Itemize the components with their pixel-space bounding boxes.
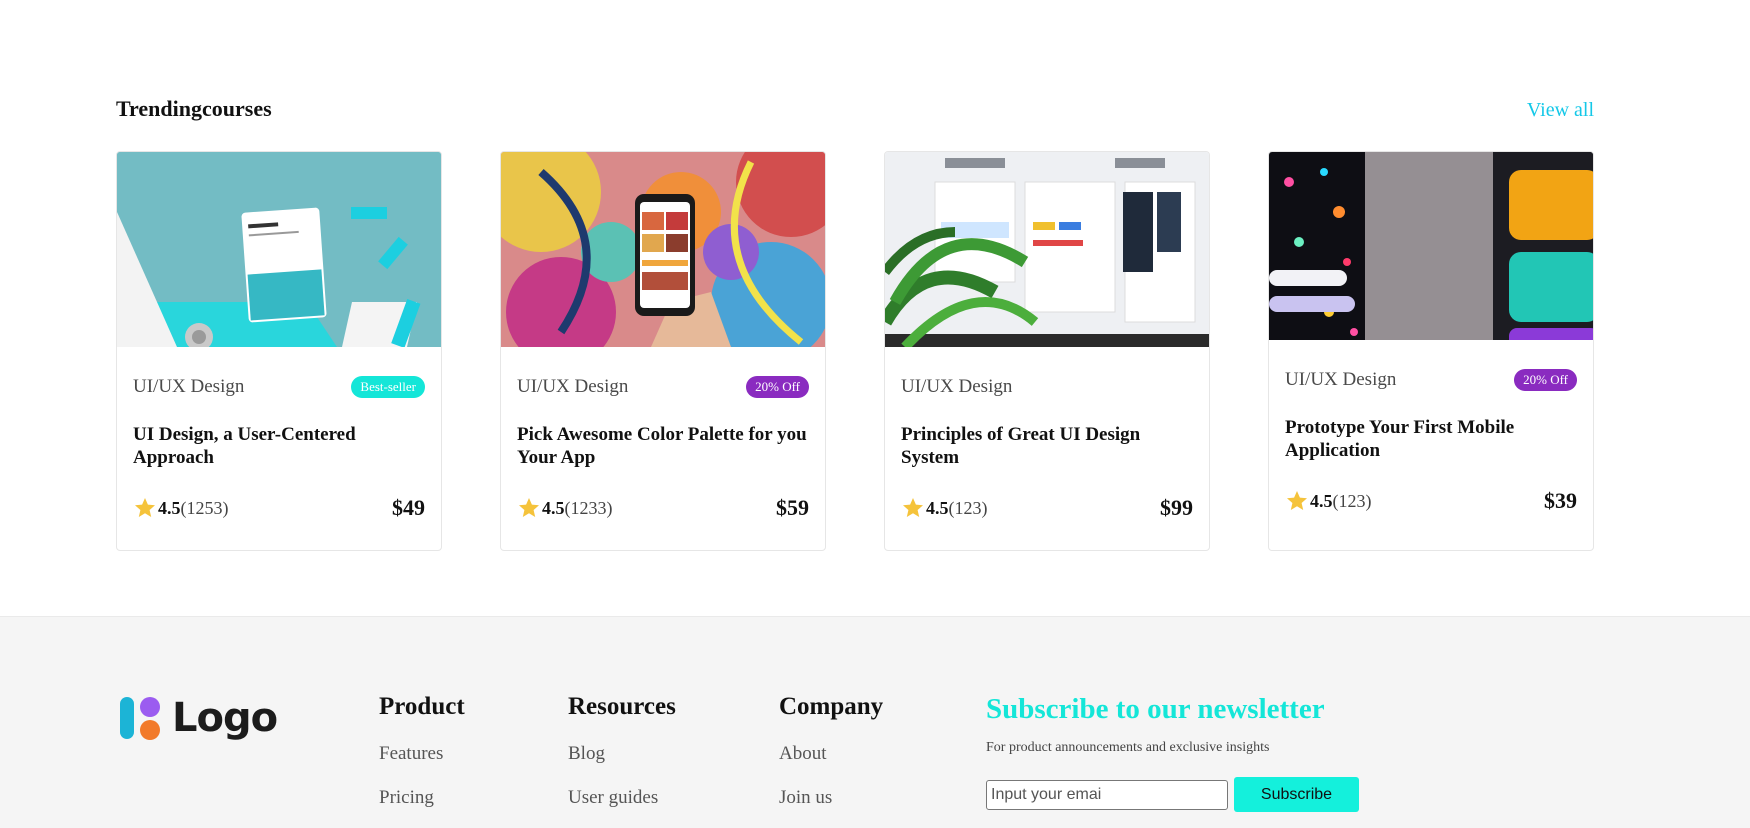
discount-badge: 20% Off [746,376,809,398]
course-thumbnail [885,152,1209,347]
course-rating: 4.5 (123) [901,496,988,520]
course-rating: 4.5 (1233) [517,496,613,520]
course-rating: 4.5 (123) [1285,489,1372,513]
course-category: UI/UX Design [901,376,1013,397]
star-icon [519,498,539,517]
course-title[interactable]: UI Design, a User-Centered Approach [133,423,425,469]
rating-count: (1253) [180,497,229,518]
discount-badge: 20% Off [1514,369,1577,391]
section-title: Trendingcourses [116,96,272,121]
course-card[interactable]: UI/UX Design Principles of Great UI Desi… [884,151,1210,551]
footer-column-title: Product [379,693,465,720]
footer-column-title: Company [779,693,884,720]
email-field[interactable] [986,779,1228,810]
status-badge: Best-seller [351,376,425,398]
page: Trendingcourses View all UI/UX Design Be… [0,0,1750,828]
course-rating: 4.5 (1253) [133,496,229,520]
course-price: $39 [1544,488,1577,513]
course-category: UI/UX Design [133,376,245,397]
course-category: UI/UX Design [1285,369,1397,390]
trending-section: Trendingcourses View all UI/UX Design Be… [116,96,1594,551]
rating-value: 4.5 [158,497,181,518]
course-card[interactable]: UI/UX Design Best-seller UI Design, a Us… [116,151,442,551]
footer-link-pricing[interactable]: Pricing [379,787,465,809]
course-title[interactable]: Prototype Your First Mobile Application [1285,416,1577,462]
newsletter-subtitle: For product announcements and exclusive … [986,740,1270,755]
newsletter-form: Subscribe [986,777,1406,812]
rating-count: (123) [1332,490,1372,511]
course-thumbnail [501,152,825,347]
subscribe-button[interactable]: Subscribe [1234,777,1359,812]
logo-text: Logo [172,695,278,741]
rating-count: (123) [948,497,988,518]
footer-column-resources: Resources Blog User guides [568,693,676,828]
rating-value: 4.5 [1310,490,1333,511]
rating-value: 4.5 [542,497,565,518]
logo-icon [120,697,160,740]
footer-link-features[interactable]: Features [379,743,465,765]
course-title[interactable]: Pick Awesome Color Palette for you Your … [517,423,809,469]
footer-link-join-us[interactable]: Join us [779,787,883,809]
footer-column-product: Product Features Pricing [379,693,465,828]
footer-link-about[interactable]: About [779,743,883,765]
footer-link-user-guides[interactable]: User guides [568,787,676,809]
star-icon [1287,491,1307,510]
course-thumbnail [117,152,441,347]
logo[interactable]: Logo [118,695,278,741]
star-icon [135,498,155,517]
course-price: $49 [392,495,425,520]
course-card[interactable]: UI/UX Design 20% Off Prototype Your Firs… [1268,151,1594,551]
course-price: $59 [776,495,809,520]
course-thumbnail [1269,152,1593,340]
course-price: $99 [1160,495,1193,520]
footer-column-title: Resources [568,693,676,720]
course-cards: UI/UX Design Best-seller UI Design, a Us… [116,151,1594,551]
rating-count: (1233) [564,497,613,518]
newsletter: Subscribe to our newsletter For product … [986,693,1406,812]
course-title[interactable]: Principles of Great UI Design System [901,423,1193,469]
newsletter-title: Subscribe to our newsletter [986,693,1325,725]
footer-column-company: Company About Join us [779,693,883,828]
footer-link-blog[interactable]: Blog [568,743,676,765]
course-category: UI/UX Design [517,376,629,397]
star-icon [903,498,923,517]
rating-value: 4.5 [926,497,949,518]
course-card[interactable]: UI/UX Design 20% Off Pick Awesome Color … [500,151,826,551]
section-header: Trendingcourses View all [116,96,1594,126]
view-all-link[interactable]: View all [1527,99,1594,122]
footer: Logo Product Features Pricing Resources … [0,616,1750,828]
